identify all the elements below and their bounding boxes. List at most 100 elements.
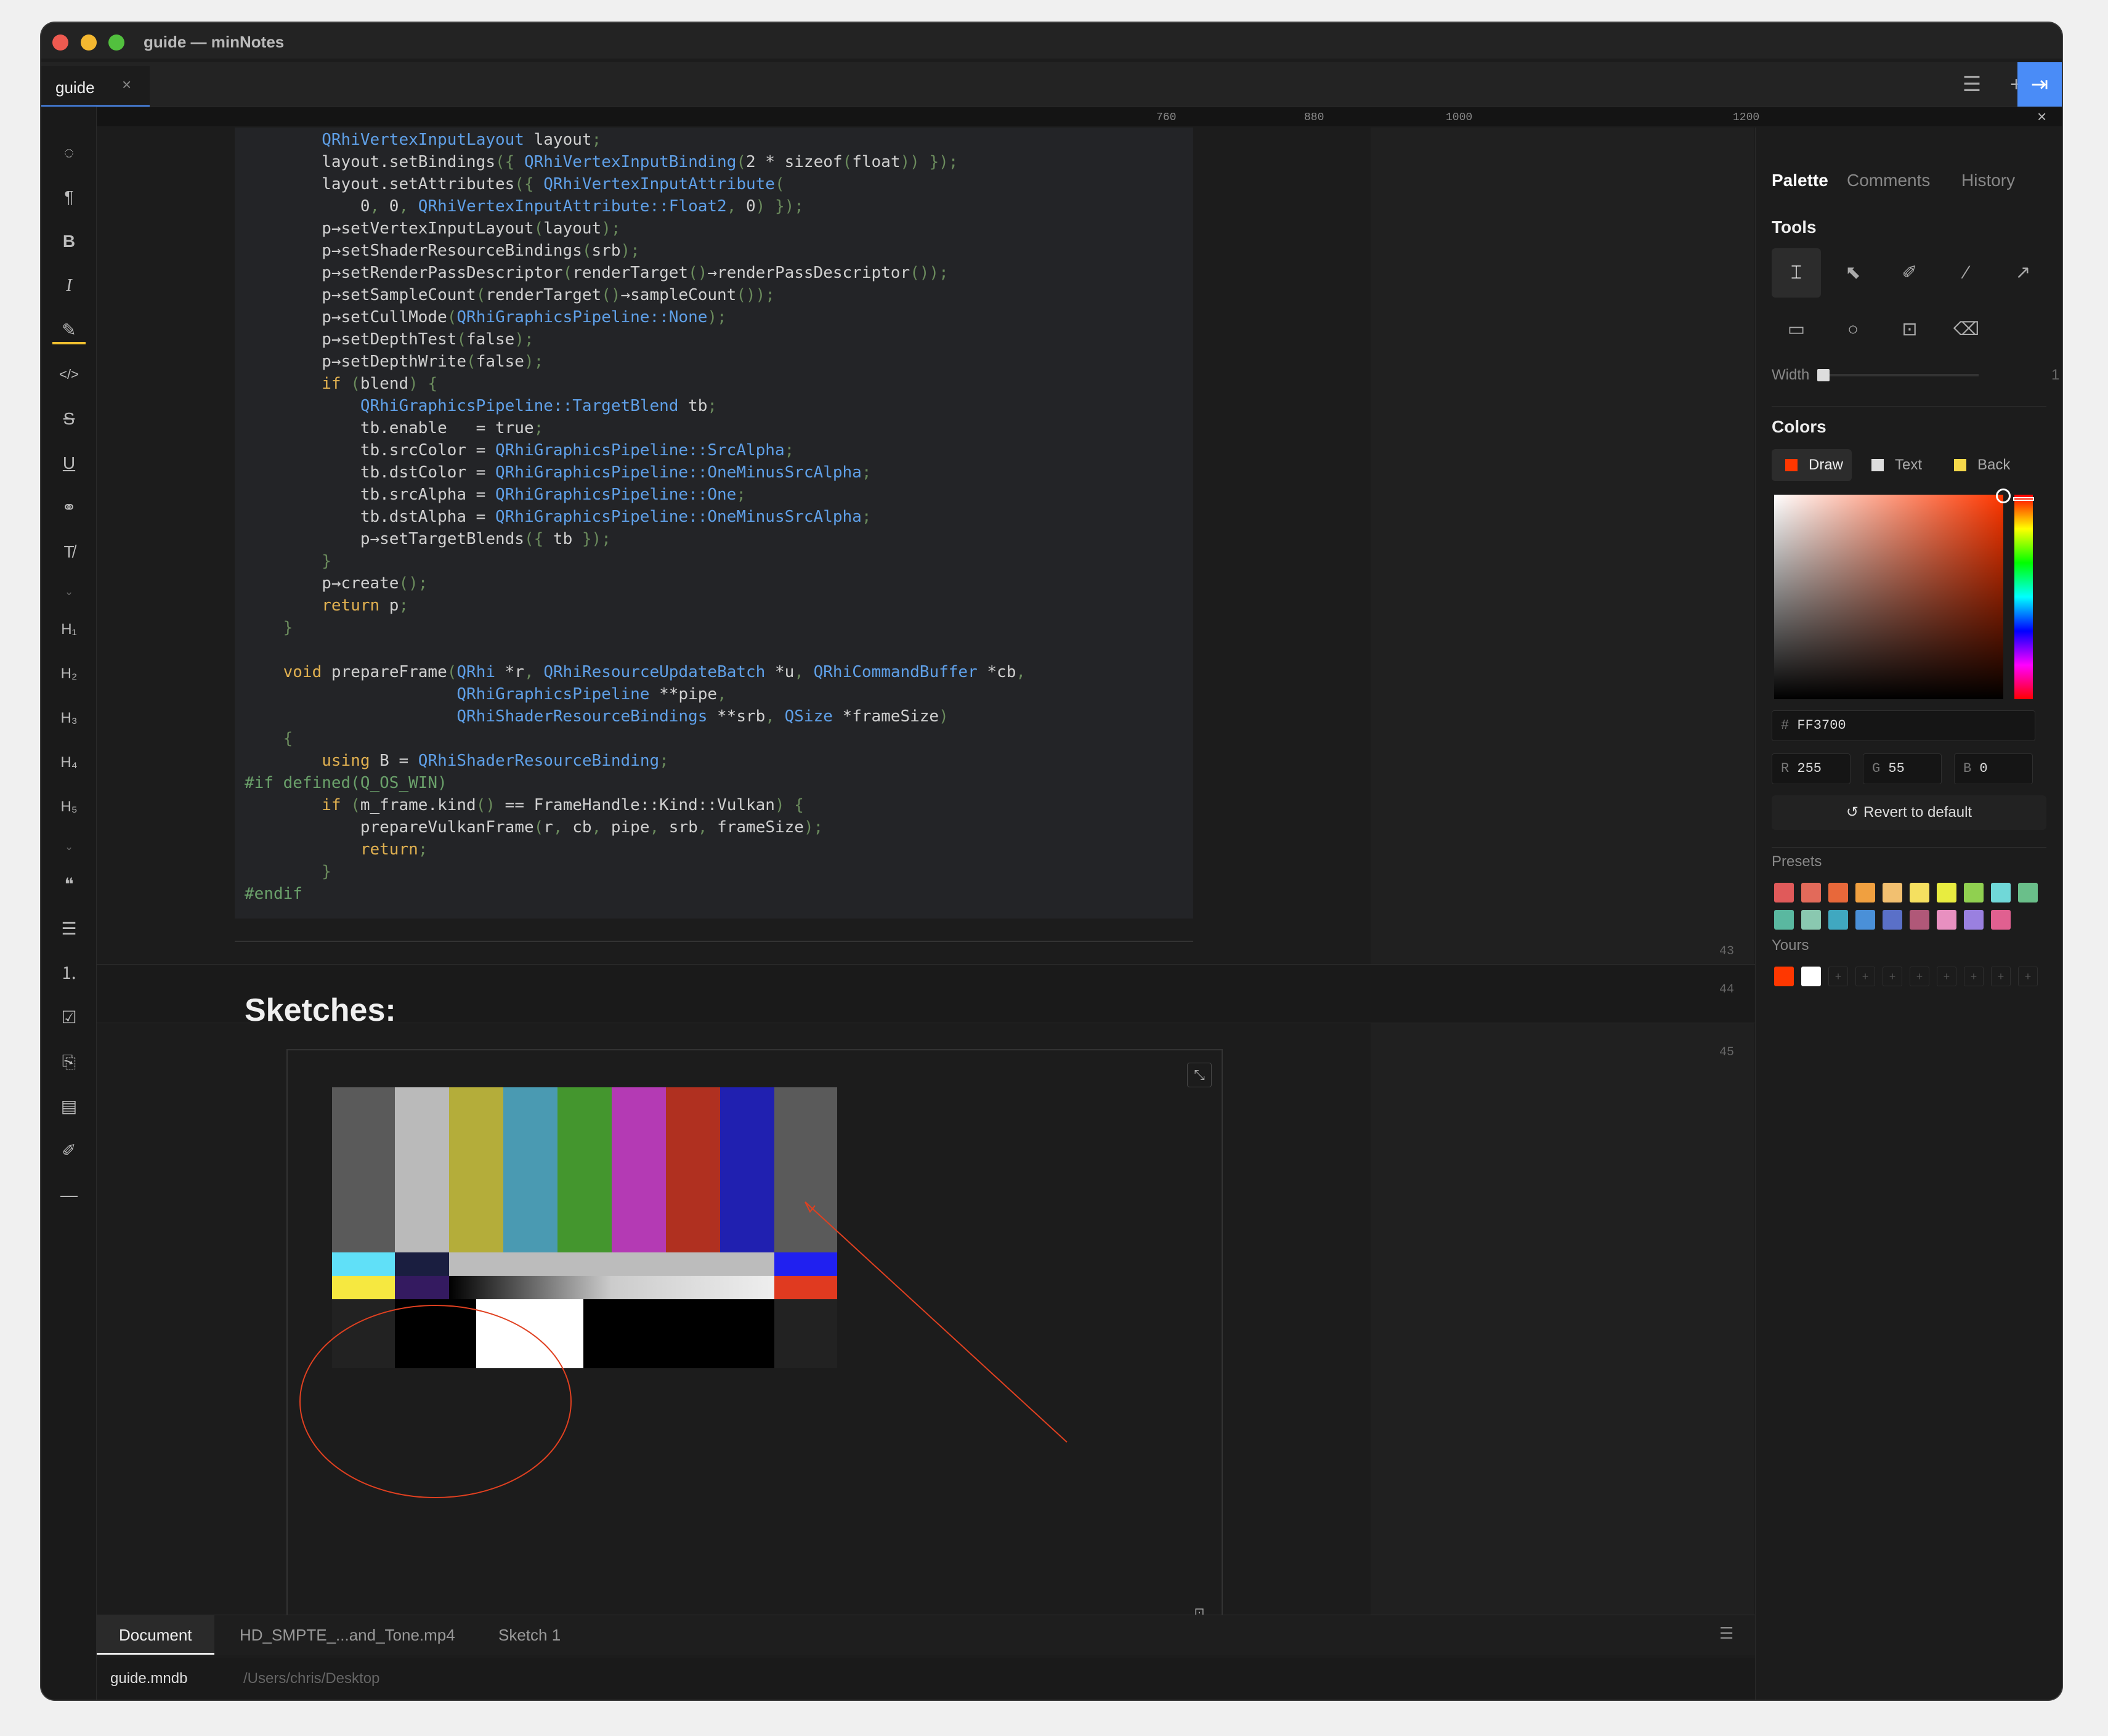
add-swatch-icon[interactable]: +	[1937, 967, 1956, 986]
preset-swatch[interactable]	[1828, 910, 1848, 930]
tab-comments[interactable]: Comments	[1847, 171, 1930, 190]
eraser-tool-icon[interactable]: ⌫	[1942, 305, 1991, 354]
chevron-down-icon[interactable]: ⌄	[52, 830, 86, 863]
preset-swatch[interactable]	[1937, 910, 1956, 930]
menu-icon[interactable]: ☰	[1950, 62, 1994, 107]
custom-swatch[interactable]	[1801, 967, 1821, 986]
close-ruler-icon[interactable]: ×	[2037, 107, 2046, 126]
tab-guide[interactable]: guide ×	[41, 66, 150, 108]
expand-icon[interactable]: ⤡	[1187, 1063, 1212, 1087]
list-icon[interactable]: ☰	[1719, 1624, 1733, 1643]
code-line: tb.srcColor = QRhiGraphicsPipeline::SrcA…	[245, 441, 795, 460]
paragraph-icon[interactable]: ¶	[52, 180, 86, 214]
add-swatch-icon[interactable]: +	[1855, 967, 1875, 986]
preset-swatch[interactable]	[1828, 883, 1848, 902]
ruler-label: 1000	[1446, 112, 1473, 124]
width-slider[interactable]	[1817, 369, 1979, 381]
heading1-icon[interactable]: H₁	[52, 613, 86, 646]
tab-document[interactable]: Document	[97, 1615, 214, 1655]
preset-swatch[interactable]	[1883, 883, 1902, 902]
preset-swatch[interactable]	[1910, 910, 1929, 930]
preset-swatch[interactable]	[1801, 910, 1821, 930]
saturation-value-picker[interactable]	[1774, 489, 2011, 699]
strikethrough-icon[interactable]: S	[52, 402, 86, 436]
tab-video[interactable]: HD_SMPTE_...and_Tone.mp4	[217, 1615, 477, 1655]
preset-swatch[interactable]	[1774, 883, 1794, 902]
underline-icon[interactable]: U	[52, 447, 86, 480]
toggle-panel-icon[interactable]: ⇥	[2017, 62, 2062, 107]
preset-swatch[interactable]	[1883, 910, 1902, 930]
heading4-icon[interactable]: H₄	[52, 746, 86, 779]
preset-swatch[interactable]	[1991, 883, 2011, 902]
add-swatch-icon[interactable]: +	[1910, 967, 1929, 986]
add-swatch-icon[interactable]: +	[1991, 967, 2011, 986]
line-tool-icon[interactable]: ⁄	[1942, 248, 1991, 298]
bullet-list-icon[interactable]: ☰	[52, 912, 86, 946]
preset-swatch[interactable]	[1774, 910, 1794, 930]
back-color-chip[interactable]: Back	[1940, 449, 2021, 481]
divider-icon[interactable]: —	[52, 1178, 86, 1212]
tab-palette[interactable]: Palette	[1772, 171, 1828, 190]
preset-swatch[interactable]	[1964, 910, 1984, 930]
revert-button[interactable]: ↺ Revert to default	[1772, 795, 2046, 830]
highlight-icon[interactable]: ✎	[52, 314, 86, 344]
clear-format-icon[interactable]: T̸	[52, 535, 86, 569]
draw-color-chip[interactable]: Draw	[1772, 449, 1852, 481]
picker-handle[interactable]	[1996, 489, 2011, 503]
green-input[interactable]: G 55	[1863, 753, 1942, 784]
custom-swatch[interactable]	[1774, 967, 1794, 986]
comment-icon[interactable]: ◌	[52, 136, 86, 169]
preset-swatch[interactable]	[1937, 883, 1956, 902]
quote-icon[interactable]: ❝	[52, 868, 86, 901]
tab-sketch[interactable]: Sketch 1	[476, 1615, 583, 1655]
bold-icon[interactable]: B	[52, 225, 86, 258]
table-icon[interactable]: ▤	[52, 1090, 86, 1123]
add-swatch-icon[interactable]: +	[1828, 967, 1848, 986]
heading2-icon[interactable]: H₂	[52, 657, 86, 691]
chevron-down-icon[interactable]: ⌄	[52, 575, 86, 608]
heading3-icon[interactable]: H₃	[52, 702, 86, 735]
add-swatch-icon[interactable]: +	[1964, 967, 1984, 986]
select-tool-icon[interactable]: ⬉	[1828, 248, 1878, 298]
preset-swatch[interactable]	[1855, 910, 1875, 930]
hex-input[interactable]: # FF3700	[1772, 710, 2035, 741]
minimize-window-button[interactable]	[81, 34, 97, 51]
preset-swatch[interactable]	[1991, 910, 2011, 930]
numbered-list-icon[interactable]: ⒈	[52, 957, 86, 990]
preset-swatch[interactable]	[1910, 883, 1929, 902]
sketch-icon[interactable]: ✐	[52, 1134, 86, 1167]
tab-history[interactable]: History	[1961, 171, 2015, 190]
text-cursor-tool-icon[interactable]: ⌶	[1772, 248, 1821, 298]
text-color-chip[interactable]: Text	[1858, 449, 1932, 481]
tab-close-icon[interactable]: ×	[122, 75, 131, 94]
title-bar: guide — minNotes	[41, 23, 2062, 59]
embed-icon[interactable]: ⎘	[52, 1045, 86, 1079]
sketch-drawing[interactable]	[288, 1050, 1224, 1642]
editor[interactable]: QRhiVertexInputLayout layout; layout.set…	[97, 128, 1755, 1641]
ellipse-tool-icon[interactable]: ○	[1828, 305, 1878, 354]
preset-swatch[interactable]	[2018, 883, 2038, 902]
pen-tool-icon[interactable]: ✐	[1885, 248, 1934, 298]
italic-icon[interactable]: I	[52, 269, 86, 302]
checklist-icon[interactable]: ☑	[52, 1001, 86, 1034]
red-input[interactable]: R 255	[1772, 753, 1851, 784]
link-icon[interactable]: ⚭	[52, 491, 86, 524]
close-window-button[interactable]	[52, 34, 68, 51]
width-slider-thumb[interactable]	[1817, 369, 1830, 381]
preset-swatch[interactable]	[1964, 883, 1984, 902]
textbox-tool-icon[interactable]: ⊡	[1885, 305, 1934, 354]
hue-slider[interactable]	[2013, 495, 2034, 699]
hue-handle[interactable]	[2013, 497, 2034, 501]
rectangle-tool-icon[interactable]: ▭	[1772, 305, 1821, 354]
arrow-tool-icon[interactable]: ↗	[1998, 248, 2048, 298]
sketch-canvas[interactable]: ⤡ ⊡	[286, 1049, 1223, 1641]
add-swatch-icon[interactable]: +	[2018, 967, 2038, 986]
heading5-icon[interactable]: H₅	[52, 790, 86, 824]
preset-swatch[interactable]	[1855, 883, 1875, 902]
preset-swatch[interactable]	[1801, 883, 1821, 902]
zoom-window-button[interactable]	[108, 34, 124, 51]
code-icon[interactable]: </>	[52, 358, 86, 391]
add-swatch-icon[interactable]: +	[1883, 967, 1902, 986]
blue-input[interactable]: B 0	[1954, 753, 2033, 784]
code-block[interactable]: QRhiVertexInputLayout layout; layout.set…	[235, 128, 1193, 919]
